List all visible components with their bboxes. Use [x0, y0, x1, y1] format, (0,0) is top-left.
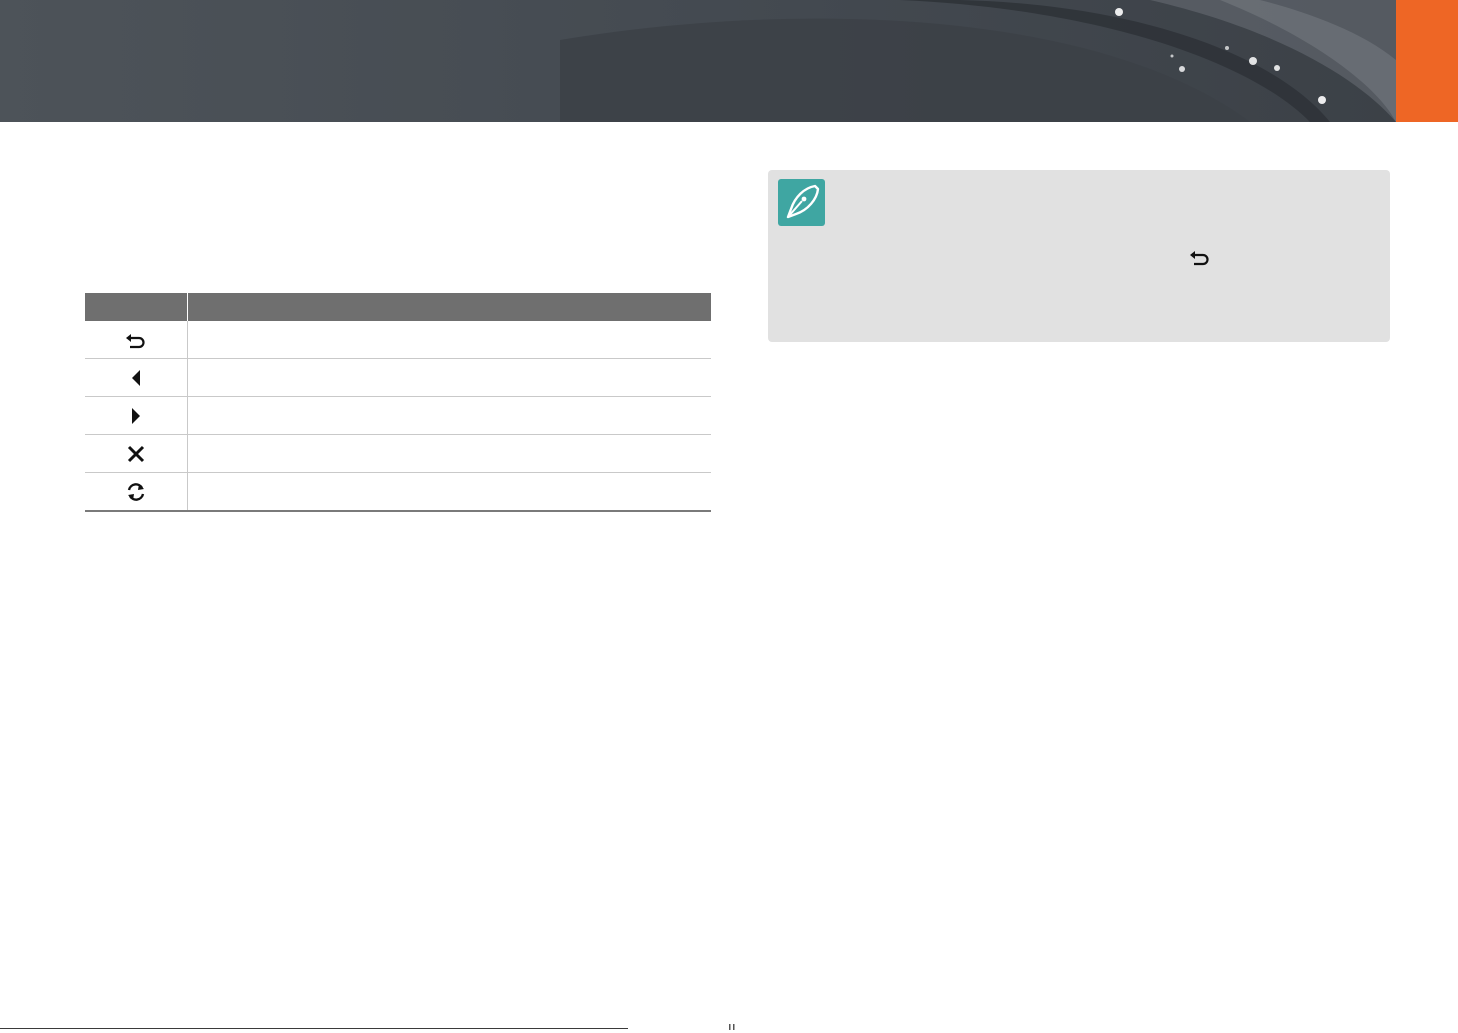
header-banner	[0, 0, 1458, 122]
close-x-icon	[127, 445, 145, 462]
note-box	[768, 170, 1390, 342]
table-row-text	[187, 434, 711, 473]
table-row-text	[187, 358, 711, 397]
table-row	[85, 472, 711, 512]
table-row	[85, 321, 711, 359]
note-icon-badge	[778, 179, 825, 226]
table-row-text	[187, 472, 711, 512]
table-row	[85, 396, 711, 435]
table-row	[85, 434, 711, 473]
function-table	[85, 293, 711, 512]
banner-graphic	[0, 0, 1458, 122]
back-arrow-icon	[126, 333, 145, 348]
refresh-icon	[127, 482, 145, 501]
table-row-text	[187, 321, 711, 359]
pen-nib-icon	[786, 184, 820, 219]
triangle-left-icon	[132, 369, 140, 386]
table-header-desc-col	[187, 293, 711, 321]
back-arrow-icon	[1190, 251, 1209, 266]
triangle-right-icon	[132, 407, 140, 424]
table-row-text	[187, 396, 711, 435]
footer-rule	[0, 1028, 628, 1029]
footer-mark	[729, 1024, 735, 1030]
table-row	[85, 358, 711, 397]
chapter-tab	[1396, 0, 1458, 122]
table-header-icon-col	[85, 293, 188, 321]
table-header-row	[85, 293, 711, 321]
